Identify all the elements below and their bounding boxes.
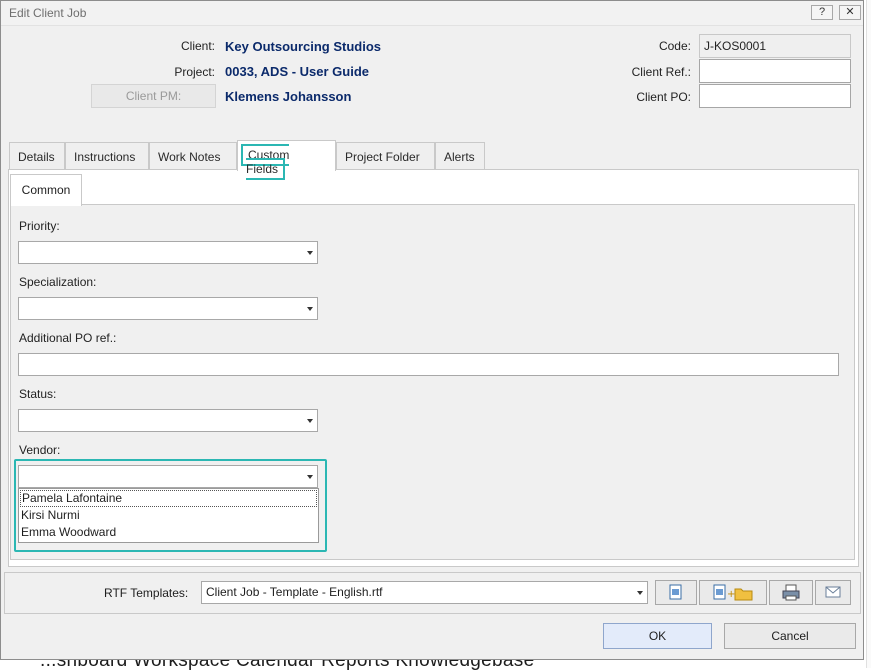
- client-pm-button[interactable]: Client PM:: [91, 84, 216, 108]
- tab-instructions[interactable]: Instructions: [65, 142, 149, 169]
- status-label: Status:: [19, 387, 57, 401]
- rtf-templates-label: RTF Templates:: [104, 586, 189, 600]
- edit-client-job-dialog: Edit Client Job ? ✕ Client: Key Outsourc…: [0, 0, 864, 660]
- code-label: Code:: [658, 39, 691, 53]
- subtab-common[interactable]: Common: [10, 174, 82, 206]
- title-bar: Edit Client Job ? ✕: [1, 1, 863, 26]
- chevron-down-icon: [307, 419, 313, 423]
- window-title: Edit Client Job: [9, 6, 87, 20]
- client-po-label: Client PO:: [636, 90, 691, 104]
- priority-select[interactable]: [18, 241, 318, 264]
- ok-button[interactable]: OK: [603, 623, 712, 649]
- printer-icon: [782, 584, 800, 601]
- chevron-down-icon: [637, 591, 643, 595]
- tab-custom-fields-label: Custom Fields: [241, 144, 290, 180]
- tab-work-notes-label: Work Notes: [158, 150, 221, 164]
- close-button[interactable]: ✕: [839, 5, 861, 20]
- document-folder-icon: +: [713, 584, 753, 601]
- open-template-button[interactable]: [655, 580, 697, 605]
- tab-alerts-label: Alerts: [444, 150, 475, 164]
- document-icon: [669, 584, 682, 600]
- cancel-button[interactable]: Cancel: [724, 623, 856, 649]
- project-label: Project:: [174, 65, 215, 79]
- print-button[interactable]: [769, 580, 813, 605]
- client-ref-field[interactable]: [699, 59, 851, 83]
- status-select[interactable]: [18, 409, 318, 432]
- code-field: J-KOS0001: [699, 34, 851, 58]
- email-button[interactable]: [815, 580, 851, 605]
- tab-details[interactable]: Details: [9, 142, 65, 169]
- specialization-label: Specialization:: [19, 275, 97, 289]
- priority-label: Priority:: [19, 219, 60, 233]
- chevron-down-icon: [307, 251, 313, 255]
- client-po-field[interactable]: [699, 84, 851, 108]
- chevron-down-icon: [307, 307, 313, 311]
- tab-work-notes[interactable]: Work Notes: [149, 142, 237, 169]
- help-button[interactable]: ?: [811, 5, 833, 20]
- project-value: 0033, ADS - User Guide: [225, 64, 370, 79]
- tab-custom-fields[interactable]: Custom Fields: [237, 140, 336, 180]
- background-window: [866, 0, 871, 668]
- tab-project-folder-label: Project Folder: [345, 150, 420, 164]
- client-value: Key Outsourcing Studios: [225, 39, 382, 54]
- envelope-icon: [825, 586, 841, 598]
- additional-po-field[interactable]: [18, 353, 839, 376]
- client-pm-value: Klemens Johansson: [225, 89, 352, 104]
- client-ref-label: Client Ref.:: [631, 65, 691, 79]
- tab-details-label: Details: [18, 150, 55, 164]
- new-template-button[interactable]: +: [699, 580, 767, 605]
- specialization-select[interactable]: [18, 297, 318, 320]
- vendor-label: Vendor:: [19, 443, 61, 457]
- tab-project-folder[interactable]: Project Folder: [336, 142, 435, 169]
- tab-instructions-label: Instructions: [74, 150, 136, 164]
- additional-po-label: Additional PO ref.:: [19, 331, 117, 345]
- client-label: Client:: [180, 39, 215, 53]
- rtf-template-select[interactable]: Client Job - Template - English.rtf: [201, 581, 648, 604]
- tab-alerts[interactable]: Alerts: [435, 142, 485, 169]
- svg-text:+: +: [727, 589, 735, 600]
- vendor-highlight: [14, 459, 327, 552]
